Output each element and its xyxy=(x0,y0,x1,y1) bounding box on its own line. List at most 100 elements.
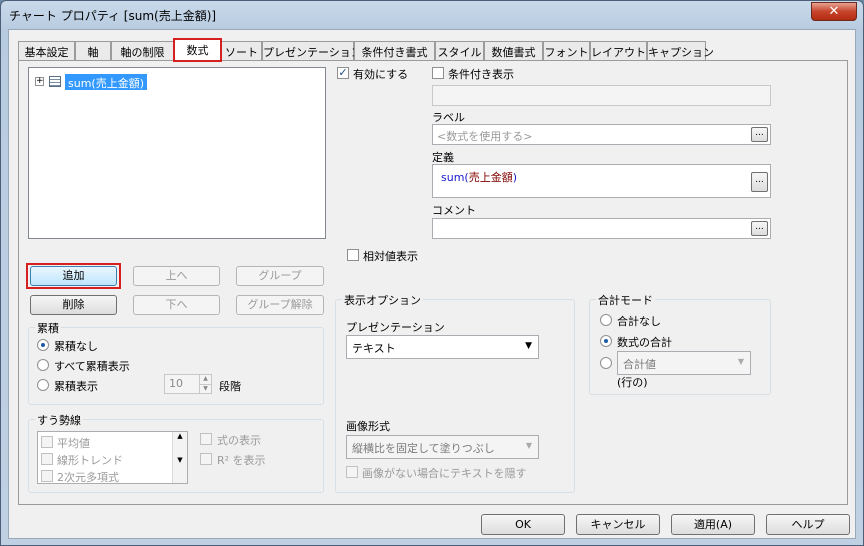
comment-field[interactable]: ... xyxy=(432,218,771,239)
relative-checkbox[interactable] xyxy=(347,249,359,261)
chevron-down-icon: ▼ xyxy=(737,357,744,366)
accum-none-label: 累積なし xyxy=(54,340,98,353)
trendline-list[interactable]: 平均値 線形トレンド 2次元多項式 ▲ ▼ xyxy=(37,431,188,484)
expression-list[interactable]: + sum(売上金額) xyxy=(28,67,326,239)
window-title: チャート プロパティ [sum(売上金額)] xyxy=(9,9,217,23)
image-format-select[interactable]: 縦横比を固定して塗りつぶし ▼ xyxy=(346,435,539,459)
trendline-group: すう勢線 平均値 線形トレンド 2次元多項式 ▲ ▼ 式の表示 R² を表示 xyxy=(28,412,324,493)
trend-avg-label: 平均値 xyxy=(57,437,90,450)
expand-icon[interactable]: + xyxy=(35,77,44,86)
trend-poly2-checkbox[interactable] xyxy=(41,470,53,482)
show-r2-checkbox[interactable] xyxy=(200,453,212,465)
comment-edit-button[interactable]: ... xyxy=(751,221,768,236)
presentation-label: プレゼンテーション xyxy=(346,321,445,334)
tab-basic[interactable]: 基本設定 xyxy=(18,41,75,60)
comment-title: コメント xyxy=(432,204,476,217)
steps-spinner[interactable]: 10 ▲ ▼ xyxy=(164,374,212,394)
show-equation-label: 式の表示 xyxy=(217,434,261,447)
presentation-select[interactable]: テキスト ▼ xyxy=(346,335,539,359)
accumulation-group: 累積 累積なし すべて累積表示 累積表示 10 ▲ ▼ 段階 xyxy=(28,320,324,405)
spin-down-icon[interactable]: ▼ xyxy=(199,384,211,393)
display-options-title: 表示オプション xyxy=(342,292,423,308)
tab-conditional-format[interactable]: 条件付き書式 xyxy=(354,41,435,60)
cancel-button[interactable]: キャンセル xyxy=(576,514,660,535)
close-button[interactable]: ✕ xyxy=(811,2,857,21)
definition-field[interactable]: sum(売上金額) ... xyxy=(432,164,771,198)
conditional-field[interactable] xyxy=(432,85,771,106)
enable-checkbox[interactable]: ✓ xyxy=(337,67,349,79)
trend-linear-checkbox[interactable] xyxy=(41,453,53,465)
total-none-label: 合計なし xyxy=(617,315,661,328)
ungroup-button[interactable]: グループ解除 xyxy=(236,295,324,315)
aggregate-value: 合計値 xyxy=(623,358,656,371)
accum-steps-radio[interactable] xyxy=(37,379,49,391)
total-none-radio[interactable] xyxy=(600,314,612,326)
ok-button[interactable]: OK xyxy=(481,514,565,535)
label-title: ラベル xyxy=(432,111,465,124)
image-format-value: 縦横比を固定して塗りつぶし xyxy=(352,442,495,455)
total-mode-title: 合計モード xyxy=(596,292,655,308)
enable-label: 有効にする xyxy=(353,68,409,81)
tab-number-format[interactable]: 数値書式 xyxy=(484,41,543,60)
delete-button[interactable]: 削除 xyxy=(30,295,117,315)
move-down-button[interactable]: 下へ xyxy=(133,295,220,315)
tab-dimensions[interactable]: 軸 xyxy=(75,41,111,60)
tab-layout[interactable]: レイアウト xyxy=(590,41,647,60)
label-field[interactable]: <数式を使用する> ... xyxy=(432,124,771,145)
expression-item-label[interactable]: sum(売上金額) xyxy=(65,74,148,90)
accum-none-radio[interactable] xyxy=(37,339,49,351)
tab-style[interactable]: スタイル xyxy=(435,41,484,60)
image-format-label: 画像形式 xyxy=(346,420,390,433)
group-button[interactable]: グループ xyxy=(236,266,324,286)
presentation-value: テキスト xyxy=(352,342,396,355)
show-equation-checkbox[interactable] xyxy=(200,433,212,445)
tab-dimension-limits[interactable]: 軸の制限 xyxy=(111,41,174,60)
definition-title: 定義 xyxy=(432,151,454,164)
label-placeholder: <数式を使用する> xyxy=(437,130,533,143)
tab-sort[interactable]: ソート xyxy=(221,41,262,60)
accum-all-label: すべて累積表示 xyxy=(54,360,130,373)
trendline-title: すう勢線 xyxy=(35,412,83,428)
help-button[interactable]: ヘルプ xyxy=(766,514,850,535)
hide-text-label: 画像がない場合にテキストを隠す xyxy=(362,467,527,480)
steps-value: 10 xyxy=(169,377,183,390)
trend-poly2-label: 2次元多項式 xyxy=(57,471,119,484)
tab-font[interactable]: フォント xyxy=(543,41,590,60)
total-aggregate-radio[interactable] xyxy=(600,357,612,369)
trend-linear-label: 線形トレンド xyxy=(57,454,123,467)
trend-avg-checkbox[interactable] xyxy=(41,436,53,448)
total-mode-group: 合計モード 合計なし 数式の合計 合計値 ▼ (行の) xyxy=(589,292,771,395)
accum-all-radio[interactable] xyxy=(37,359,49,371)
total-expr-label: 数式の合計 xyxy=(617,336,672,349)
definition-edit-button[interactable]: ... xyxy=(751,172,768,192)
label-expression-button[interactable]: ... xyxy=(751,127,768,142)
expressions-panel: + sum(売上金額) 追加 上へ グループ 削除 下へ グループ解除 累積 累… xyxy=(18,60,848,505)
add-button[interactable]: 追加 xyxy=(30,266,117,286)
hide-text-checkbox[interactable] xyxy=(346,466,358,478)
definition-text: sum(売上金額) xyxy=(441,171,518,184)
total-expr-radio[interactable] xyxy=(600,335,612,347)
conditional-label: 条件付き表示 xyxy=(448,68,514,81)
chart-properties-window: チャート プロパティ [sum(売上金額)] ✕ 基本設定 軸 軸の制限 数式 … xyxy=(0,0,864,546)
spin-up-icon[interactable]: ▲ xyxy=(199,375,211,384)
scrollbar[interactable]: ▲ ▼ xyxy=(172,432,187,483)
conditional-checkbox[interactable] xyxy=(432,67,444,79)
accumulation-title: 累積 xyxy=(35,320,61,336)
tab-caption[interactable]: キャプション xyxy=(647,41,714,60)
display-options-group: 表示オプション プレゼンテーション テキスト ▼ 画像形式 縦横比を固定して塗り… xyxy=(335,292,575,493)
chevron-down-icon: ▼ xyxy=(525,441,532,450)
aggregate-select[interactable]: 合計値 ▼ xyxy=(617,351,751,375)
title-bar: チャート プロパティ [sum(売上金額)] ✕ xyxy=(1,1,863,31)
dialog-body: 基本設定 軸 軸の制限 数式 ソート プレゼンテーション 条件付き書式 スタイル… xyxy=(8,29,856,539)
move-up-button[interactable]: 上へ xyxy=(133,266,220,286)
chevron-down-icon: ▼ xyxy=(525,341,532,351)
row-label: (行の) xyxy=(617,376,648,389)
relative-label: 相対値表示 xyxy=(363,250,418,263)
table-icon xyxy=(49,76,61,87)
tab-expressions[interactable]: 数式 xyxy=(173,38,222,62)
steps-label: 段階 xyxy=(219,380,241,393)
accum-steps-label: 累積表示 xyxy=(54,380,98,393)
tab-presentation[interactable]: プレゼンテーション xyxy=(262,41,362,60)
show-r2-label: R² を表示 xyxy=(217,454,266,467)
apply-button[interactable]: 適用(A) xyxy=(671,514,755,535)
